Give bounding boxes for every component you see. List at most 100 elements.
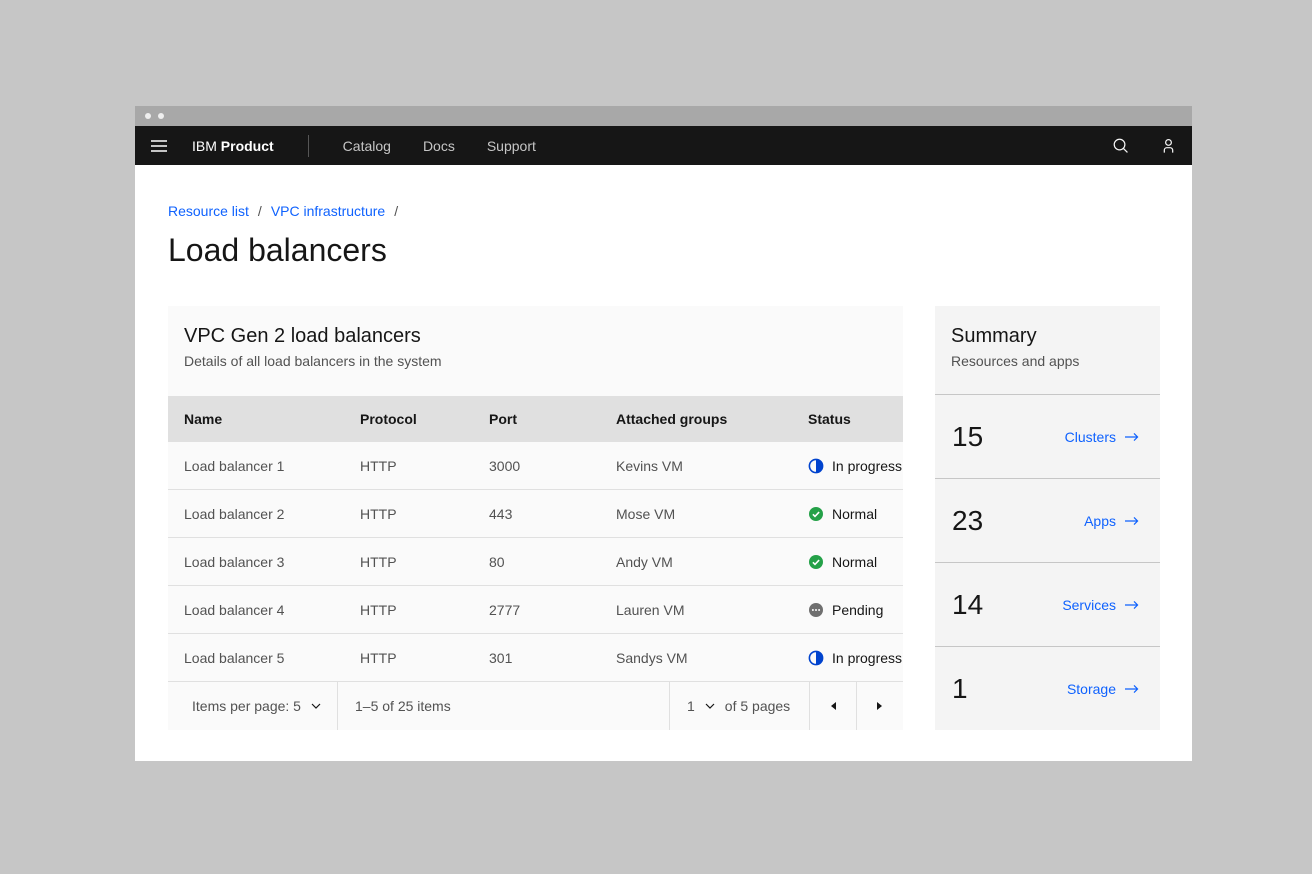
breadcrumb-separator: / — [394, 203, 398, 219]
cell-name: Load balancer 3 — [168, 554, 344, 570]
summary-item-services: 14 Services — [935, 562, 1160, 646]
table-row: Load balancer 4 HTTP 2777 Lauren VM — [168, 586, 903, 634]
summary-header: Summary Resources and apps — [935, 306, 1160, 394]
nav-item-support[interactable]: Support — [487, 138, 536, 154]
clusters-count: 15 — [952, 421, 983, 453]
page-number-select[interactable]: 1 — [687, 698, 715, 714]
cell-status: In progress — [792, 458, 903, 474]
hamburger-menu-button[interactable] — [135, 126, 183, 165]
cell-name: Load balancer 2 — [168, 506, 344, 522]
clusters-link[interactable]: Clusters — [1065, 429, 1140, 445]
browser-window: IBM Product Catalog Docs Support Resourc… — [135, 106, 1192, 761]
user-icon — [1159, 136, 1178, 155]
brand-suffix: Product — [221, 138, 274, 154]
services-count: 14 — [952, 589, 983, 621]
next-page-button[interactable] — [856, 682, 903, 730]
cell-name: Load balancer 5 — [168, 650, 344, 666]
cell-attached-groups: Kevins VM — [600, 458, 792, 474]
window-titlebar — [135, 106, 1192, 126]
cell-attached-groups: Sandys VM — [600, 650, 792, 666]
pages-total-label: of 5 pages — [725, 698, 790, 714]
hamburger-icon — [151, 140, 167, 152]
pending-icon — [808, 602, 824, 618]
window-control-dot — [158, 113, 164, 119]
cell-protocol: HTTP — [344, 602, 473, 618]
summary-panel: Summary Resources and apps 15 Clusters 2… — [935, 306, 1160, 730]
summary-item-clusters: 15 Clusters — [935, 394, 1160, 478]
pagination-bar: Items per page: 5 1–5 of 25 items 1 — [168, 682, 903, 730]
cell-status: Normal — [792, 506, 903, 522]
brand-home-link[interactable]: IBM Product — [192, 138, 274, 154]
breadcrumb-resource-list[interactable]: Resource list — [168, 203, 249, 219]
table-row: Load balancer 3 HTTP 80 Andy VM Normal — [168, 538, 903, 586]
summary-subtitle: Resources and apps — [951, 353, 1144, 369]
chevron-down-icon — [311, 703, 321, 709]
previous-page-button[interactable] — [809, 682, 856, 730]
checkmark-filled-icon — [808, 506, 824, 522]
cell-protocol: HTTP — [344, 458, 473, 474]
summary-title: Summary — [951, 323, 1144, 349]
in-progress-icon — [808, 650, 824, 666]
column-header-name: Name — [168, 411, 344, 427]
storage-count: 1 — [952, 673, 968, 705]
cell-attached-groups: Mose VM — [600, 506, 792, 522]
table-header-row: Name Protocol Port Attached groups Statu… — [168, 396, 903, 442]
nav-item-catalog[interactable]: Catalog — [343, 138, 391, 154]
header-nav: Catalog Docs Support — [343, 138, 536, 154]
cell-attached-groups: Andy VM — [600, 554, 792, 570]
cell-port: 80 — [473, 554, 600, 570]
column-header-protocol: Protocol — [344, 411, 473, 427]
window-control-dot — [145, 113, 151, 119]
breadcrumb: Resource list / VPC infrastructure / — [168, 165, 1159, 219]
arrow-right-icon — [1125, 684, 1140, 694]
cell-protocol: HTTP — [344, 554, 473, 570]
nav-item-docs[interactable]: Docs — [423, 138, 455, 154]
pagination-page-section: 1 of 5 pages — [669, 682, 809, 730]
cell-status: Normal — [792, 554, 903, 570]
cell-name: Load balancer 1 — [168, 458, 344, 474]
table-subtitle: Details of all load balancers in the sys… — [184, 353, 887, 369]
table-card-header: VPC Gen 2 load balancers Details of all … — [168, 306, 903, 396]
services-link[interactable]: Services — [1062, 597, 1140, 613]
page-number-value: 1 — [687, 698, 695, 714]
chevron-down-icon — [705, 703, 715, 709]
table-row: Load balancer 2 HTTP 443 Mose VM Normal — [168, 490, 903, 538]
cell-attached-groups: Lauren VM — [600, 602, 792, 618]
table-row: Load balancer 1 HTTP 3000 Kevins VM In p… — [168, 442, 903, 490]
cell-protocol: HTTP — [344, 650, 473, 666]
page-content: Resource list / VPC infrastructure / Loa… — [135, 165, 1192, 761]
header-divider — [308, 135, 309, 157]
cell-port: 2777 — [473, 602, 600, 618]
cell-port: 301 — [473, 650, 600, 666]
summary-item-apps: 23 Apps — [935, 478, 1160, 562]
cell-port: 3000 — [473, 458, 600, 474]
table-title: VPC Gen 2 load balancers — [184, 323, 887, 349]
cell-port: 443 — [473, 506, 600, 522]
pagination-range-text: 1–5 of 25 items — [338, 682, 669, 730]
load-balancers-table: VPC Gen 2 load balancers Details of all … — [168, 306, 903, 730]
apps-count: 23 — [952, 505, 983, 537]
status-label: In progress — [832, 458, 902, 474]
page-title: Load balancers — [168, 229, 1159, 271]
column-header-attached-groups: Attached groups — [600, 411, 792, 427]
column-header-status: Status — [792, 411, 903, 427]
items-per-page-label: Items per page: 5 — [192, 698, 301, 714]
status-label: Normal — [832, 506, 877, 522]
search-button[interactable] — [1096, 126, 1144, 165]
user-profile-button[interactable] — [1144, 126, 1192, 165]
breadcrumb-vpc-infrastructure[interactable]: VPC infrastructure — [271, 203, 385, 219]
status-label: Pending — [832, 602, 883, 618]
column-header-port: Port — [473, 411, 600, 427]
status-label: Normal — [832, 554, 877, 570]
brand-prefix: IBM — [192, 138, 217, 154]
items-per-page-select[interactable]: Items per page: 5 — [168, 682, 338, 730]
arrow-right-icon — [1125, 432, 1140, 442]
apps-link[interactable]: Apps — [1084, 513, 1140, 529]
storage-link[interactable]: Storage — [1067, 681, 1140, 697]
arrow-right-icon — [1125, 600, 1140, 610]
summary-item-storage: 1 Storage — [935, 646, 1160, 730]
arrow-right-icon — [1125, 516, 1140, 526]
checkmark-filled-icon — [808, 554, 824, 570]
search-icon — [1111, 136, 1130, 155]
caret-right-icon — [876, 701, 884, 711]
